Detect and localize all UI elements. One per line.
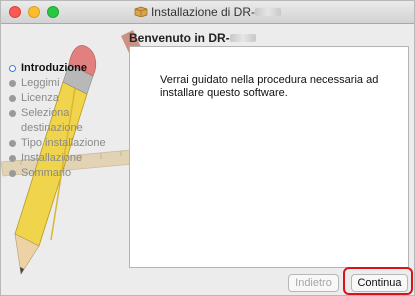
window-title: Installazione di DR- <box>1 5 414 19</box>
installer-steps: Introduzione Leggimi Licenza Seleziona d… <box>9 61 129 181</box>
back-button[interactable]: Indietro <box>288 274 339 292</box>
step-installazione: Installazione <box>9 151 129 166</box>
step-introduzione: Introduzione <box>9 61 129 76</box>
window-title-text: Installazione di DR- <box>150 5 256 19</box>
step-licenza: Licenza <box>9 91 129 106</box>
installer-window: Installazione di DR- Benvenuto in DR- In… <box>0 0 415 296</box>
welcome-message: Verrai guidato nella procedura necessari… <box>160 74 379 99</box>
active-step-icon <box>9 65 16 72</box>
step-sommario: Sommario <box>9 166 129 181</box>
continue-highlight-annotation <box>343 267 413 295</box>
inactive-step-icon <box>9 80 16 87</box>
step-seleziona-destinazione: Seleziona destinazione <box>9 106 116 136</box>
step-tipo-installazione: Tipo installazione <box>9 136 129 151</box>
inactive-step-icon <box>9 140 16 147</box>
content-panel: Verrai guidato nella procedura necessari… <box>129 46 409 268</box>
inactive-step-icon <box>9 95 16 102</box>
page-title: Benvenuto in DR- <box>129 31 256 45</box>
inactive-step-icon <box>9 170 16 177</box>
package-icon <box>134 6 148 17</box>
step-leggimi: Leggimi <box>9 76 129 91</box>
inactive-step-icon <box>9 110 16 117</box>
redacted-model-name <box>255 8 282 16</box>
title-bar: Installazione di DR- <box>1 1 414 24</box>
inactive-step-icon <box>9 155 16 162</box>
redacted-model-name <box>229 34 256 42</box>
